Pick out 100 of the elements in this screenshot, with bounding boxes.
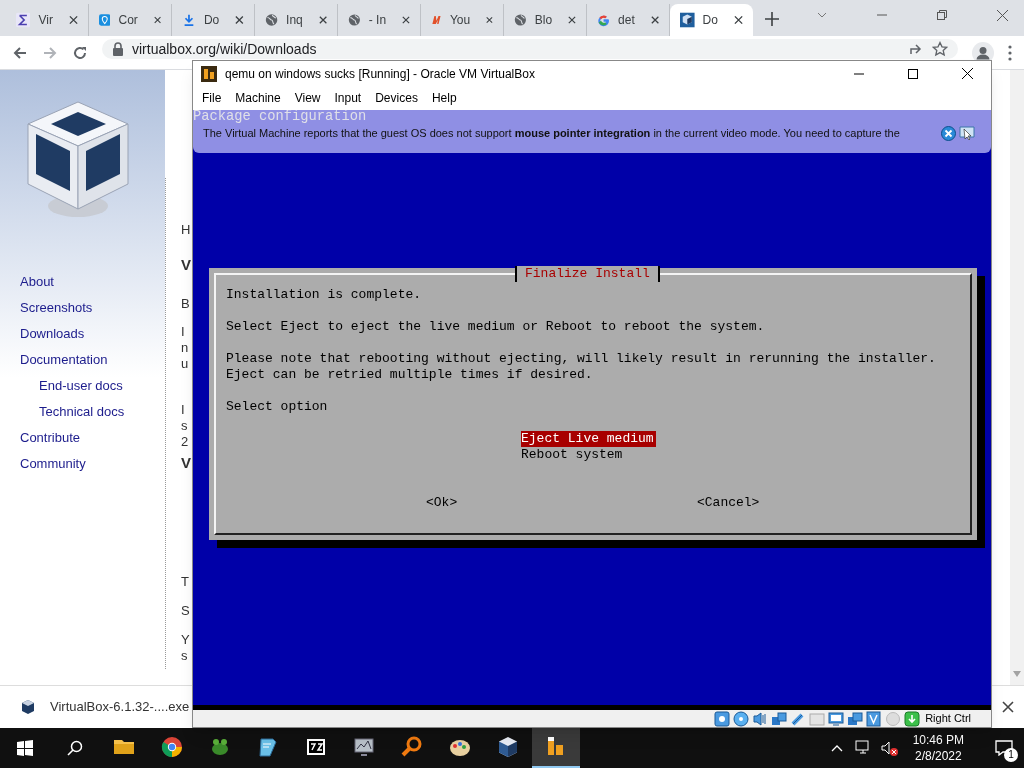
cube-icon bbox=[680, 12, 695, 28]
star-icon[interactable] bbox=[932, 41, 948, 57]
text-fragment: s bbox=[181, 648, 188, 664]
new-tab-icon[interactable] bbox=[765, 12, 779, 26]
notification-count: 1 bbox=[1004, 748, 1018, 762]
cube-icon bbox=[20, 699, 36, 715]
dialog-text: Select Eject to eject the live medium or Reboot to reboot the system. bbox=[226, 319, 766, 335]
menu-item[interactable]: File bbox=[195, 89, 229, 107]
cancel-button[interactable]: <Cancel> bbox=[697, 495, 760, 511]
sidebar-link[interactable]: End-user docs bbox=[20, 376, 165, 396]
text-fragment: I bbox=[181, 402, 185, 418]
text-fragment: H bbox=[181, 222, 191, 238]
windows-start-icon[interactable] bbox=[17, 740, 33, 756]
notification-text: The Virtual Machine reports that the guest OS does not support mouse pointer integration in the current video mode. You need to capture the bbox=[203, 126, 901, 142]
sidebar-link[interactable]: Community bbox=[20, 454, 165, 474]
chevron-down-icon[interactable] bbox=[817, 10, 827, 20]
close-icon[interactable] bbox=[235, 15, 244, 25]
message-icon bbox=[995, 740, 1013, 756]
tab-title: Vir bbox=[38, 12, 53, 29]
text-fragment: B bbox=[181, 296, 190, 312]
magnifier-icon bbox=[400, 735, 424, 759]
close-icon[interactable] bbox=[568, 15, 576, 25]
chrome-icon bbox=[160, 735, 184, 759]
tab-title: You bbox=[449, 12, 471, 29]
globe-icon bbox=[514, 12, 527, 28]
close-icon[interactable] bbox=[402, 15, 410, 25]
browser-tab[interactable]: Do bbox=[670, 4, 753, 36]
dialog-title: Finalize Install bbox=[515, 266, 660, 282]
text-fragment: V bbox=[181, 255, 191, 275]
address-bar[interactable]: virtualbox.org/wiki/Downloads bbox=[102, 39, 958, 59]
clock-time[interactable]: 10:46 PM bbox=[912, 732, 964, 748]
close-icon[interactable] bbox=[962, 68, 973, 79]
sigma-icon bbox=[16, 12, 31, 28]
text-fragment: Y bbox=[181, 632, 190, 648]
back-icon[interactable] bbox=[12, 44, 28, 61]
download-icon bbox=[182, 12, 196, 28]
reload-icon[interactable] bbox=[72, 44, 88, 61]
ok-button[interactable]: <Ok> bbox=[426, 495, 458, 511]
restore-icon[interactable] bbox=[937, 10, 947, 20]
cube-icon bbox=[496, 735, 520, 759]
sidebar-link[interactable]: Technical docs bbox=[20, 402, 165, 422]
qemu-icon bbox=[201, 65, 217, 82]
sidebar-link[interactable]: Documentation bbox=[20, 350, 165, 370]
search-icon[interactable] bbox=[67, 740, 83, 756]
close-icon[interactable] bbox=[733, 15, 743, 25]
close-icon[interactable] bbox=[1002, 701, 1014, 713]
option-item[interactable]: Reboot system bbox=[521, 447, 656, 463]
tab-title: Inq bbox=[286, 12, 303, 29]
screen-title: Package configuration bbox=[193, 110, 367, 124]
menu-item[interactable]: Input bbox=[327, 89, 369, 107]
menu-item[interactable]: Help bbox=[424, 89, 464, 107]
windows-stack-icon bbox=[847, 710, 864, 727]
close-icon[interactable] bbox=[650, 15, 659, 25]
clock-date[interactable]: 2/8/2022 bbox=[914, 748, 962, 764]
dialog-text: Eject can be retried multiple times if desired. bbox=[226, 367, 594, 383]
close-icon[interactable] bbox=[318, 15, 327, 25]
chevron-up-icon[interactable] bbox=[830, 744, 843, 752]
close-icon[interactable] bbox=[941, 126, 956, 141]
share-icon[interactable] bbox=[908, 41, 924, 57]
mouse-icon bbox=[885, 710, 902, 727]
sidebar-link[interactable]: About bbox=[20, 272, 165, 292]
lock-icon bbox=[112, 42, 124, 56]
tab-title: Do bbox=[702, 12, 718, 29]
close-icon[interactable] bbox=[486, 15, 493, 25]
host-key-label: Right Ctrl bbox=[925, 711, 971, 727]
text-fragment: S bbox=[181, 603, 190, 619]
menu-item[interactable]: Machine bbox=[228, 89, 288, 107]
text-fragment: n bbox=[181, 340, 189, 356]
speaker-muted-icon[interactable] bbox=[880, 740, 899, 756]
sidebar-link[interactable]: Contribute bbox=[20, 428, 165, 448]
dialog-text: Select option bbox=[226, 399, 329, 415]
menu-item[interactable]: View bbox=[287, 89, 328, 107]
dialog-text: Please note that rebooting without ejecting, will likely result in rerunning the installer. bbox=[226, 351, 936, 367]
maximize-icon[interactable] bbox=[908, 68, 918, 79]
option-item[interactable]: Eject Live medium bbox=[521, 431, 656, 447]
tab-title: - In bbox=[368, 12, 387, 29]
text-fragment: u bbox=[181, 356, 189, 372]
menu-icon[interactable] bbox=[1008, 44, 1012, 61]
window-title: qemu on windows sucks [Running] - Oracle VM VirtualBox bbox=[225, 65, 536, 83]
text-fragment: V bbox=[181, 453, 191, 473]
globe-icon bbox=[265, 12, 279, 28]
tab-title: Cor bbox=[118, 12, 138, 29]
tab-title: Do bbox=[203, 12, 220, 29]
tab-title: det bbox=[618, 12, 635, 29]
dialog-text: Installation is complete. bbox=[226, 287, 423, 303]
text-fragment: T bbox=[181, 574, 189, 590]
mouse-pointer-icon[interactable] bbox=[959, 126, 975, 141]
tab-title: Blo bbox=[534, 12, 553, 29]
menu-item[interactable]: Devices bbox=[368, 89, 425, 107]
globe-icon bbox=[348, 12, 361, 28]
text-fragment: 2 bbox=[181, 434, 189, 450]
location-pin-icon bbox=[99, 12, 111, 28]
download-filename[interactable]: VirtualBox-6.1.32-....exe bbox=[50, 697, 190, 717]
sidebar-link[interactable]: Downloads bbox=[20, 324, 165, 344]
sidebar-link[interactable]: Screenshots bbox=[20, 298, 165, 318]
url-text: virtualbox.org/wiki/Downloads bbox=[132, 39, 317, 59]
notification-center-button[interactable]: 1 bbox=[984, 728, 1024, 768]
text-fragment: I bbox=[181, 324, 185, 340]
text-fragment: s bbox=[181, 418, 188, 434]
network-icon bbox=[771, 710, 788, 727]
